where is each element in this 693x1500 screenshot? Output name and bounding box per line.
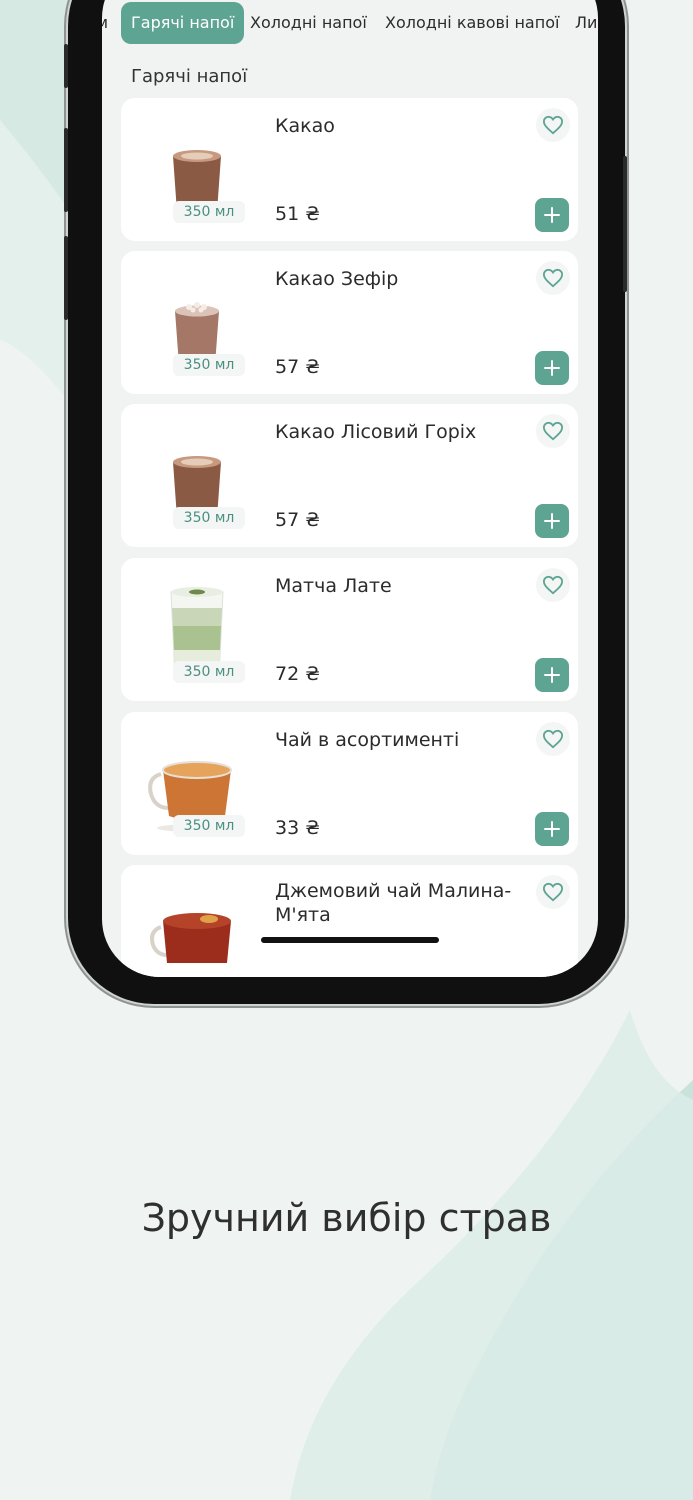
app-screen: м Гарячі напої Холодні напої Холодні кав… [102, 0, 598, 977]
tab-next-category[interactable]: Ли [575, 2, 597, 44]
product-price: 57 ₴ [275, 356, 320, 378]
product-name[interactable]: Какао [275, 114, 515, 138]
heart-icon[interactable] [536, 722, 570, 756]
add-to-cart-button[interactable] [535, 812, 569, 846]
add-to-cart-button[interactable] [535, 658, 569, 692]
plus-icon [544, 207, 560, 223]
product-card[interactable]: 350 мл Какао Зефір 57 ₴ [121, 251, 578, 394]
product-card[interactable]: 350 мл Какао Лісовий Горіх 57 ₴ [121, 404, 578, 547]
jam-tea-cup-icon [150, 913, 231, 963]
heart-icon[interactable] [536, 261, 570, 295]
product-name[interactable]: Матча Лате [275, 574, 515, 598]
add-to-cart-button[interactable] [535, 504, 569, 538]
product-price: 33 ₴ [275, 817, 320, 839]
heart-icon[interactable] [536, 108, 570, 142]
volume-badge: 350 мл [173, 354, 245, 376]
product-price: 72 ₴ [275, 663, 320, 685]
add-to-cart-button[interactable] [535, 198, 569, 232]
phone-side-button [64, 44, 68, 88]
volume-badge: 350 мл [173, 201, 245, 223]
product-price: 51 ₴ [275, 203, 320, 225]
phone-volume-up-button [64, 128, 68, 212]
plus-icon [544, 360, 560, 376]
product-card[interactable]: 350 мл Матча Лате 72 ₴ [121, 558, 578, 701]
product-card[interactable]: 350 мл Чай в асортименті 33 ₴ [121, 712, 578, 855]
volume-badge: 350 мл [173, 661, 245, 683]
plus-icon [544, 821, 560, 837]
tab-hot-drinks[interactable]: Гарячі напої [121, 2, 245, 44]
plus-icon [544, 513, 560, 529]
product-price: 57 ₴ [275, 509, 320, 531]
product-card[interactable]: 350 мл Какао 51 ₴ [121, 98, 578, 241]
add-to-cart-button[interactable] [535, 351, 569, 385]
product-name[interactable]: Чай в асортименті [275, 728, 515, 752]
tab-cold-drinks[interactable]: Холодні напої [250, 2, 367, 44]
section-title: Гарячі напої [131, 66, 248, 87]
heart-icon[interactable] [536, 568, 570, 602]
product-name[interactable]: Какао Лісовий Горіх [275, 420, 515, 444]
heart-icon[interactable] [536, 875, 570, 909]
volume-badge: 350 мл [173, 815, 245, 837]
product-card[interactable]: Джемовий чай Малина-М'ята [121, 865, 578, 977]
phone-volume-down-button [64, 236, 68, 320]
phone-power-button [623, 156, 627, 292]
home-indicator [261, 937, 439, 943]
heart-icon[interactable] [536, 414, 570, 448]
category-tabs: м Гарячі напої Холодні напої Холодні кав… [102, 2, 598, 46]
tab-cold-coffee-drinks[interactable]: Холодні кавові напої [385, 2, 559, 44]
product-name[interactable]: Джемовий чай Малина-М'ята [275, 879, 515, 927]
promo-headline: Зручний вибір страв [141, 1196, 552, 1240]
plus-icon [544, 667, 560, 683]
volume-badge: 350 мл [173, 507, 245, 529]
tab-previous-category[interactable]: м [102, 2, 108, 44]
product-name[interactable]: Какао Зефір [275, 267, 515, 291]
